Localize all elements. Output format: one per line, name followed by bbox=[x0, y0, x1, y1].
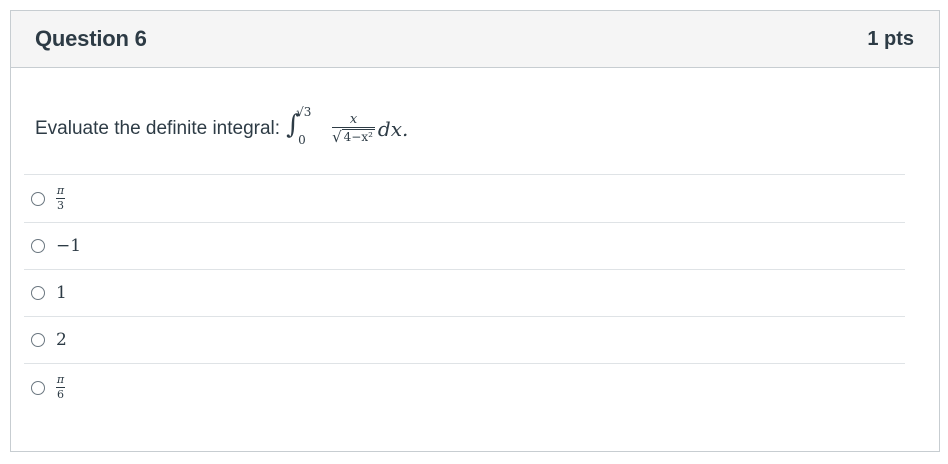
differential: dx. bbox=[377, 117, 409, 141]
fraction-denominator: 3 bbox=[57, 199, 64, 212]
answer-label: π 3 bbox=[56, 185, 65, 212]
question-points: 1 pts bbox=[867, 27, 914, 50]
answer-option-4[interactable]: 2 bbox=[24, 316, 905, 363]
radio-button[interactable] bbox=[31, 380, 45, 395]
question-title: Question 6 bbox=[35, 26, 147, 51]
radical-sign: √ bbox=[332, 128, 342, 146]
answer-label: π 6 bbox=[56, 374, 65, 401]
answer-option-1[interactable]: π 3 bbox=[24, 174, 905, 222]
fraction-denominator: 6 bbox=[57, 388, 64, 401]
radio-button[interactable] bbox=[31, 191, 45, 206]
question-text: Evaluate the definite integral: ∫ √3 0 x… bbox=[35, 105, 409, 149]
answer-option-2[interactable]: −1 bbox=[24, 222, 905, 269]
fraction-numerator: π bbox=[56, 184, 65, 197]
integrand-fraction: x √ 4−x² bbox=[332, 113, 375, 145]
question-prompt: Evaluate the definite integral: bbox=[35, 118, 281, 139]
integral-expression: ∫ √3 0 x √ 4−x² dx. bbox=[286, 105, 409, 149]
answer-option-5[interactable]: π 6 bbox=[24, 363, 905, 411]
fraction-numerator: π bbox=[56, 373, 65, 386]
radicand: 4−x² bbox=[341, 129, 375, 144]
integral-with-limits: ∫ √3 0 bbox=[286, 105, 326, 149]
fraction: π 3 bbox=[56, 185, 65, 212]
answer-label: 1 bbox=[56, 283, 67, 303]
fraction: π 6 bbox=[56, 374, 65, 401]
answer-label: −1 bbox=[56, 236, 82, 256]
radio-button[interactable] bbox=[31, 333, 45, 347]
integrand-denominator: √ 4−x² bbox=[332, 128, 375, 145]
integrand-numerator: x bbox=[349, 112, 358, 127]
radio-button[interactable] bbox=[31, 239, 45, 253]
answer-label: 2 bbox=[56, 330, 67, 350]
integral-lower-limit: 0 bbox=[298, 133, 306, 147]
integral-upper-limit: √3 bbox=[296, 105, 312, 119]
answer-option-3[interactable]: 1 bbox=[24, 269, 905, 316]
radio-button[interactable] bbox=[31, 286, 45, 300]
answer-list: π 3 −1 1 2 π 6 bbox=[24, 174, 905, 411]
question-header: Question 6 1 pts bbox=[11, 11, 939, 68]
